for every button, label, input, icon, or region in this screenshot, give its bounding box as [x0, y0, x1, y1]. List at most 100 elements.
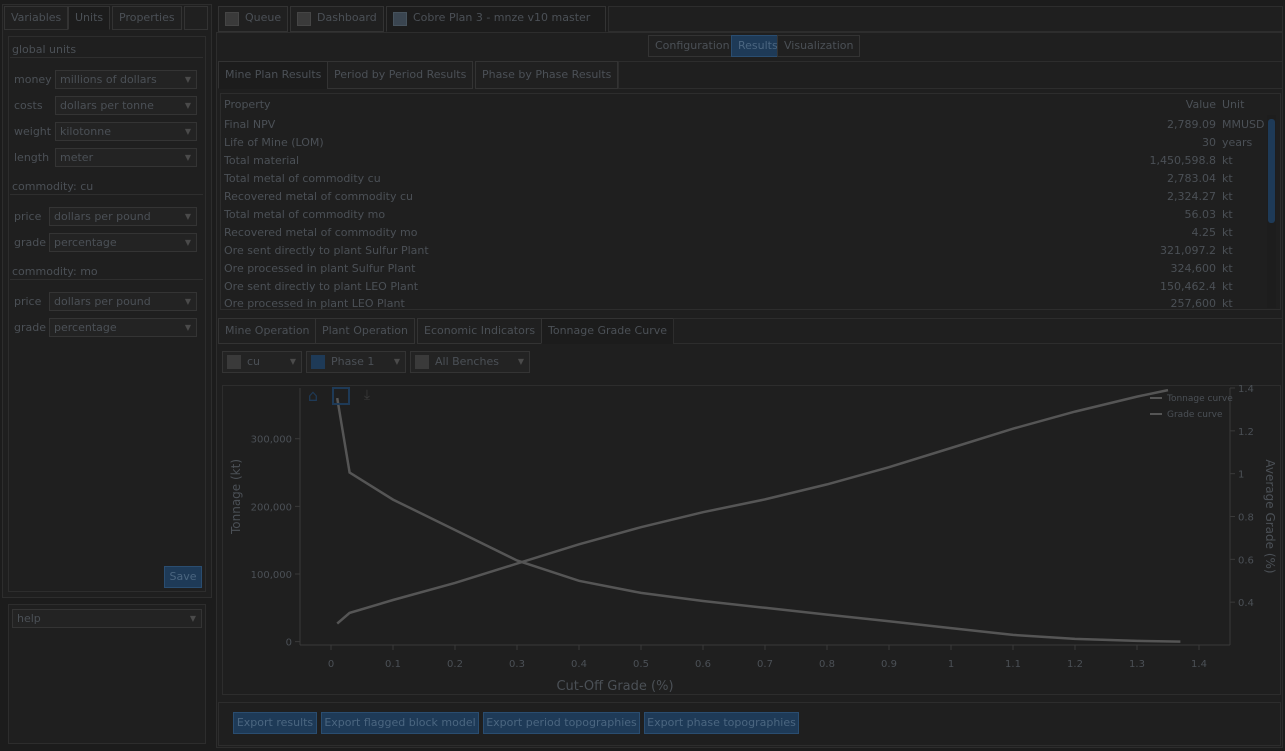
costs-label: costs: [14, 99, 43, 112]
tab-extra[interactable]: [184, 6, 208, 30]
chevron-down-icon: ▼: [184, 238, 191, 247]
cu-grade-unit-select[interactable]: percentage ▼: [49, 233, 197, 252]
save-button[interactable]: Save: [164, 566, 202, 588]
tab-tonnage-grade-curve[interactable]: Tonnage Grade Curve: [541, 318, 674, 344]
tab-queue[interactable]: Queue: [218, 6, 289, 32]
export-period-topographies-button[interactable]: Export period topographies: [483, 712, 640, 734]
home-icon[interactable]: ⌂: [304, 387, 322, 405]
tab-dashboard[interactable]: Dashboard: [290, 6, 384, 32]
row-value: 2,789.09: [1167, 118, 1216, 131]
tab-variables[interactable]: Variables: [4, 6, 69, 30]
row-value: 321,097.2: [1160, 244, 1216, 257]
table-row: Ore sent directly to plant Sulfur Plant 3…: [224, 242, 1264, 260]
dashboard-icon: [297, 12, 311, 26]
row-value: 1,450,598.8: [1149, 154, 1216, 167]
row-unit: MMUSD: [1222, 118, 1265, 131]
tab-economic-indicators[interactable]: Economic Indicators: [417, 318, 543, 344]
chevron-down-icon: ▼: [189, 614, 196, 623]
table-row: Ore processed in plant LEO Plant 257,600 k…: [224, 295, 1264, 309]
tab-phase-results[interactable]: Phase by Phase Results: [475, 61, 619, 89]
row-value: 30: [1202, 136, 1216, 149]
row-property: Recovered metal of commodity cu: [224, 190, 414, 203]
mo-price-label: price: [14, 295, 42, 308]
row-value: 324,600: [1170, 262, 1217, 275]
commodity-value: cu: [247, 355, 261, 368]
mo-grade-unit-select[interactable]: percentage ▼: [49, 318, 197, 337]
row-value: 257,600: [1170, 297, 1217, 309]
money-unit-select[interactable]: millions of dollars ▼: [55, 70, 197, 89]
tab-cobre-plan-label: Cobre Plan 3 - mnze v10 master: [413, 11, 591, 24]
cu-price-unit-select[interactable]: dollars per pound ▼: [49, 207, 197, 226]
plan-icon: [393, 12, 407, 26]
table-row: Total material 1,450,598.8 kt: [224, 152, 1264, 170]
row-unit: kt: [1222, 208, 1233, 221]
weight-unit-select[interactable]: kilotonne ▼: [55, 122, 197, 141]
chart-panel: [222, 385, 1281, 695]
phase-value: Phase 1: [331, 355, 375, 368]
chevron-down-icon: ▼: [393, 357, 400, 366]
tab-cobre-plan[interactable]: Cobre Plan 3 - mnze v10 master: [386, 6, 606, 32]
costs-unit-value: dollars per tonne: [60, 99, 154, 112]
cu-price-unit-value: dollars per pound: [54, 210, 151, 223]
table-row: Total metal of commodity mo 56.03 kt: [224, 206, 1264, 224]
table-scrollbar[interactable]: [1267, 115, 1276, 308]
cu-price-label: price: [14, 210, 42, 223]
download-icon[interactable]: ⤓: [358, 386, 376, 404]
row-property: Total metal of commodity mo: [224, 208, 386, 221]
costs-unit-select[interactable]: dollars per tonne ▼: [55, 96, 197, 115]
commodity-mo-title: commodity: mo: [10, 264, 203, 280]
tab-period-results[interactable]: Period by Period Results: [327, 61, 474, 89]
header-property: Property: [224, 98, 271, 111]
row-value: 150,462.4: [1160, 280, 1216, 293]
global-units-title: global units: [10, 42, 203, 58]
row-unit: kt: [1222, 190, 1233, 203]
export-results-button[interactable]: Export results: [233, 712, 317, 734]
tab-configuration[interactable]: Configuration: [648, 35, 737, 57]
table-scrollbar-thumb[interactable]: [1268, 119, 1275, 223]
length-unit-value: meter: [60, 151, 94, 164]
mo-price-unit-value: dollars per pound: [54, 295, 151, 308]
table-row: Ore processed in plant Sulfur Plant 324,6…: [224, 260, 1264, 278]
row-unit: years: [1222, 136, 1253, 149]
benches-select[interactable]: All Benches ▼: [410, 351, 530, 373]
row-property: Ore processed in plant Sulfur Plant: [224, 262, 416, 275]
commodity-select[interactable]: cu ▼: [222, 351, 302, 373]
row-unit: kt: [1222, 226, 1233, 239]
tab-properties[interactable]: Properties: [112, 6, 182, 30]
cu-grade-unit-value: percentage: [54, 236, 117, 249]
chart-tabbar-fill: [673, 318, 1283, 344]
table-row: Recovered metal of commodity mo 4.25 kt: [224, 224, 1264, 242]
tab-dashboard-label: Dashboard: [317, 11, 377, 24]
tab-units[interactable]: Units: [68, 6, 111, 30]
benches-value: All Benches: [435, 355, 499, 368]
tab-queue-label: Queue: [245, 11, 282, 24]
tab-mine-operation[interactable]: Mine Operation: [218, 318, 317, 344]
row-value: 2,783.04: [1167, 172, 1216, 185]
help-select[interactable]: help ▼: [12, 609, 202, 628]
help-value: help: [17, 612, 41, 625]
commodity-icon: [227, 355, 241, 369]
table-row: Final NPV 2,789.09 MMUSD: [224, 116, 1265, 134]
benches-icon: [415, 355, 429, 369]
chevron-down-icon: ▼: [289, 357, 296, 366]
row-property: Life of Mine (LOM): [224, 136, 324, 149]
tab-plant-operation[interactable]: Plant Operation: [315, 318, 415, 344]
table-header: Property Value Unit: [224, 96, 1264, 114]
money-label: money: [14, 73, 52, 86]
tab-mine-plan-results[interactable]: Mine Plan Results: [218, 61, 329, 89]
export-flagged-block-model-button[interactable]: Export flagged block model: [321, 712, 479, 734]
row-unit: kt: [1222, 297, 1233, 309]
length-unit-select[interactable]: meter ▼: [55, 148, 197, 167]
chevron-down-icon: ▼: [517, 357, 524, 366]
row-property: Ore sent directly to plant Sulfur Plant: [224, 244, 429, 257]
cu-grade-label: grade: [14, 236, 46, 249]
row-unit: kt: [1222, 154, 1233, 167]
table-row: Recovered metal of commodity cu 2,324.27 k…: [224, 188, 1264, 206]
export-phase-topographies-button[interactable]: Export phase topographies: [644, 712, 799, 734]
weight-label: weight: [14, 125, 52, 138]
phase-select[interactable]: Phase 1 ▼: [306, 351, 406, 373]
tab-visualization[interactable]: Visualization: [777, 35, 861, 57]
row-unit: kt: [1222, 262, 1233, 275]
mo-price-unit-select[interactable]: dollars per pound ▼: [49, 292, 197, 311]
zoom-icon[interactable]: [332, 387, 350, 405]
